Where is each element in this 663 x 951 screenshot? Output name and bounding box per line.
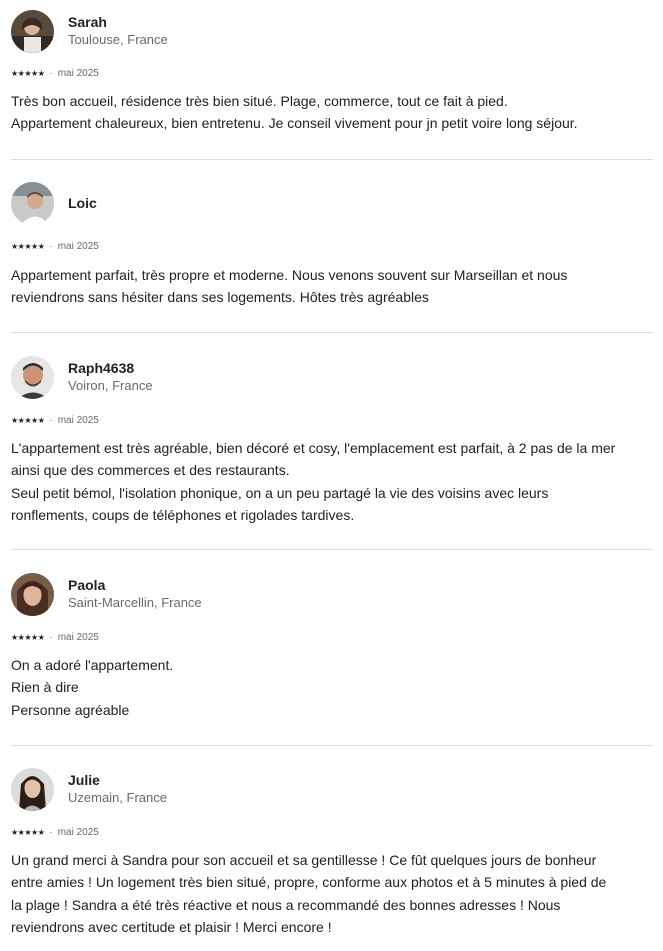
divider (11, 159, 653, 160)
separator-dot: · (49, 631, 53, 643)
review-text: Un grand merci à Sandra pour son accueil… (11, 849, 653, 938)
divider (11, 549, 653, 550)
review-date: mai 2025 (57, 631, 99, 643)
review-card: Julie Uzemain, France ★★★★★ · mai 2025 U… (11, 767, 653, 938)
review-header: Paola Saint-Marcellin, France (11, 572, 653, 616)
review-line: reviendrons avec certitude et plaisir ! … (11, 918, 332, 935)
divider (11, 745, 653, 746)
separator-dot: · (49, 240, 53, 252)
reviewer-location: Voiron, France (68, 378, 153, 394)
avatar[interactable] (11, 9, 54, 53)
review-text: Très bon accueil, résidence très bien si… (11, 90, 653, 135)
review-line: reviendrons sans hésiter dans ses logeme… (11, 289, 429, 306)
review-header: Loic (11, 181, 653, 225)
review-card: Loic ★★★★★ · mai 2025 Appartement parfai… (11, 181, 653, 309)
review-meta: ★★★★★ · mai 2025 (11, 825, 653, 839)
review-line: L'appartement est très agréable, bien dé… (11, 440, 616, 456)
review-meta: ★★★★★ · mai 2025 (11, 66, 653, 80)
reviewer-name: Paola (68, 577, 106, 594)
star-rating: ★★★★★ (11, 415, 45, 425)
divider (11, 332, 653, 333)
review-line: Personne agréable (11, 701, 130, 718)
review-line: Appartement chaleureux, bien entretenu. … (11, 115, 578, 132)
review-text: Appartement parfait, très propre et mode… (11, 264, 653, 309)
star-rating: ★★★★★ (11, 68, 45, 78)
reviewer-name: Sarah (68, 14, 107, 31)
separator-dot: · (49, 414, 53, 426)
avatar[interactable] (11, 355, 54, 399)
review-meta: ★★★★★ · mai 2025 (11, 413, 653, 427)
star-rating: ★★★★★ (11, 827, 45, 837)
star-rating: ★★★★★ (11, 241, 45, 251)
review-date: mai 2025 (57, 67, 99, 79)
review-card: Paola Saint-Marcellin, France ★★★★★ · ma… (11, 572, 653, 721)
reviewer-location: Toulouse, France (68, 32, 168, 48)
review-card: Sarah Toulouse, France ★★★★★ · mai 2025 … (11, 9, 653, 135)
review-header: Julie Uzemain, France (11, 767, 653, 811)
review-line: ronflements, coups de téléphones et rigo… (11, 506, 355, 523)
avatar[interactable] (11, 767, 54, 811)
review-date: mai 2025 (57, 414, 99, 426)
review-meta: ★★★★★ · mai 2025 (11, 630, 653, 644)
review-line: la plage ! Sandra a été très réactive et… (11, 896, 561, 913)
review-line: Un grand merci à Sandra pour son accueil… (11, 852, 597, 868)
reviewer-name: Julie (68, 772, 100, 789)
reviewer-name: Loic (68, 194, 97, 211)
review-card: Raph4638 Voiron, France ★★★★★ · mai 2025… (11, 355, 653, 526)
reviewer-name: Raph4638 (68, 360, 135, 377)
review-line: entre amies ! Un logement très bien situ… (11, 874, 607, 891)
avatar[interactable] (11, 181, 54, 225)
separator-dot: · (49, 826, 53, 838)
separator-dot: · (49, 67, 53, 79)
review-meta: ★★★★★ · mai 2025 (11, 239, 653, 253)
review-line: Rien à dire (11, 679, 79, 696)
review-line: ainsi que des commerces et des restauran… (11, 462, 290, 479)
review-header: Raph4638 Voiron, France (11, 355, 653, 399)
avatar[interactable] (11, 572, 54, 616)
review-date: mai 2025 (57, 240, 99, 252)
review-text: L'appartement est très agréable, bien dé… (11, 437, 653, 526)
review-line: Appartement parfait, très propre et mode… (11, 267, 568, 283)
review-header: Sarah Toulouse, France (11, 9, 653, 53)
reviewer-location: Uzemain, France (68, 790, 167, 806)
review-line: On a adoré l'appartement. (11, 657, 174, 673)
review-line: Seul petit bémol, l'isolation phonique, … (11, 484, 549, 501)
star-rating: ★★★★★ (11, 632, 45, 642)
review-text: On a adoré l'appartement. Rien à dire Pe… (11, 654, 653, 721)
review-date: mai 2025 (57, 826, 99, 838)
review-line: Très bon accueil, résidence très bien si… (11, 93, 508, 109)
reviewer-location: Saint-Marcellin, France (68, 595, 202, 611)
reviews-list: Sarah Toulouse, France ★★★★★ · mai 2025 … (0, 0, 663, 951)
